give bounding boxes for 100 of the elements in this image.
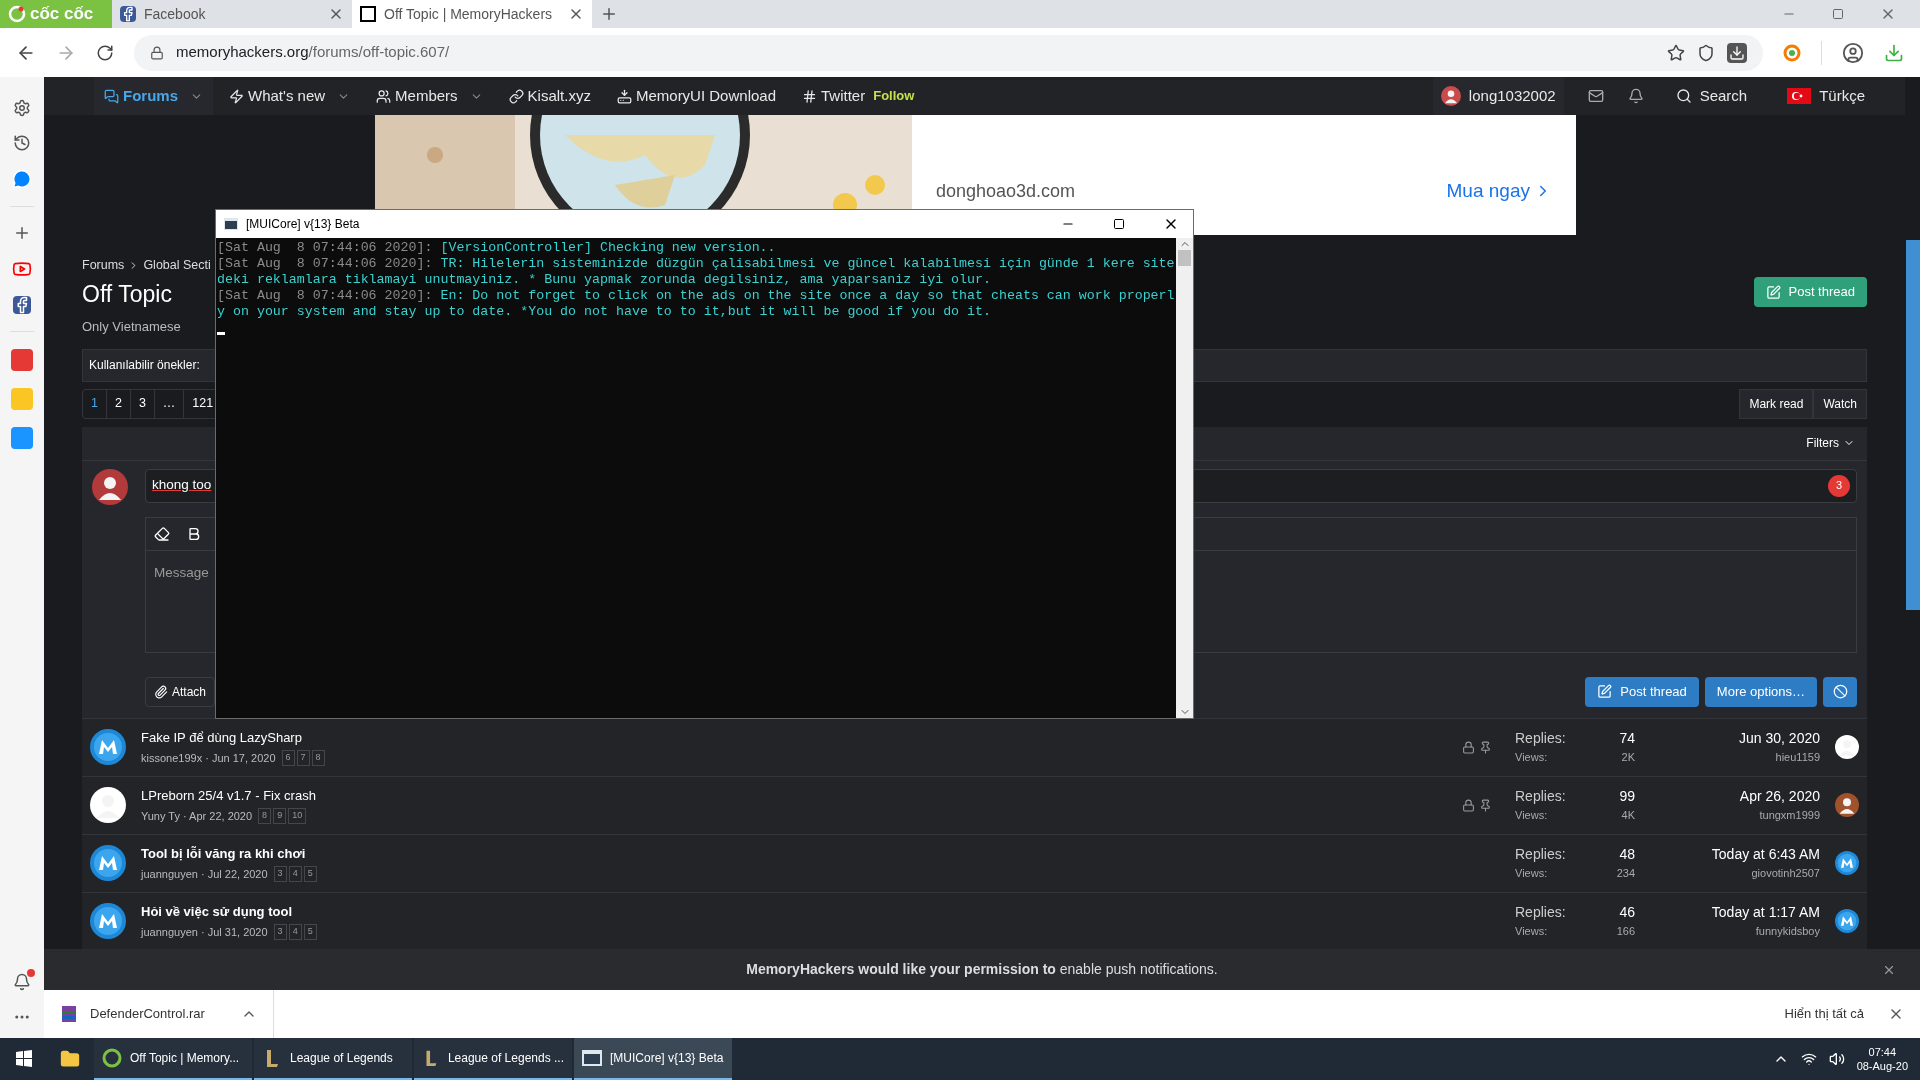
nav-tab[interactable]: Twitter Follow	[792, 77, 925, 115]
thread-meta: kissone199x · Jun 17, 2020	[141, 750, 276, 766]
ad-panel[interactable]: donghoao3d.com Mua ngay	[912, 115, 1576, 235]
clock[interactable]: 07:44 08-Aug-20	[1856, 1045, 1908, 1073]
logo-avatar	[90, 729, 126, 765]
eraser-icon[interactable]	[154, 525, 170, 542]
thread-title[interactable]: Tool bị lỗi văng ra khi chơi	[141, 844, 1447, 864]
page-link[interactable]: 3	[273, 924, 287, 940]
action-button[interactable]: Mark read	[1739, 388, 1814, 419]
user-menu[interactable]: long1032002	[1432, 77, 1564, 115]
page-link[interactable]: …	[154, 389, 185, 418]
thread-row[interactable]: Hỏi về việc sử dụng tool juannguyen · Jul 31, 2020 3 4 5 Replies: 46 Views: 166 Today at 1:17 AM funnykidsboy	[82, 891, 1867, 949]
thread-title[interactable]: LPreborn 25/4 v1.7 - Fix crash	[141, 786, 1447, 806]
page-link[interactable]: 5	[303, 924, 317, 940]
ad-domain: donghoao3d.com	[936, 180, 1076, 203]
page-link[interactable]: 8	[258, 808, 272, 824]
add-icon[interactable]	[13, 224, 31, 242]
last-post-user[interactable]: tungxm1999	[1759, 807, 1820, 824]
stat-value: 166	[1615, 924, 1635, 940]
show-all-link[interactable]: Hiển thị tất cả	[1784, 1004, 1864, 1024]
network-icon[interactable]	[1800, 1051, 1817, 1067]
taskbar-item[interactable]: League of Legends ...	[414, 1038, 572, 1080]
action-button[interactable]: Watch	[1813, 388, 1867, 419]
text-cursor	[217, 332, 225, 335]
mail-icon[interactable]	[1587, 88, 1604, 104]
taskbar-item[interactable]: League of Legends	[254, 1038, 412, 1080]
cancel-button[interactable]	[1823, 676, 1857, 707]
stat-label: Views:	[1515, 808, 1549, 824]
page-link[interactable]: 1	[83, 389, 107, 418]
breadcrumb-link[interactable]: Forums	[82, 255, 125, 275]
history-icon[interactable]	[13, 134, 31, 152]
last-post-date[interactable]: Apr 26, 2020	[1739, 786, 1820, 808]
bold-icon[interactable]	[186, 525, 202, 542]
last-post-user[interactable]: funnykidsboy	[1755, 923, 1820, 940]
scrollbar-thumb[interactable]	[1178, 250, 1191, 266]
thread-title[interactable]: Fake IP để dùng LazySharp	[141, 728, 1447, 748]
page-link[interactable]: 9	[273, 808, 287, 824]
page-link[interactable]: 8	[311, 750, 325, 766]
stat-label: Replies:	[1515, 903, 1567, 923]
tab-title: Off Topic | MemoryHackers	[384, 4, 554, 24]
page-link[interactable]: 6	[281, 750, 295, 766]
page-link[interactable]: 3	[130, 389, 155, 418]
filters-button[interactable]: Filters	[1806, 434, 1855, 452]
nav-tab[interactable]: Members	[366, 77, 493, 115]
new-tab-icon[interactable]	[600, 5, 618, 23]
page-link[interactable]: 4	[288, 924, 302, 940]
last-post-user[interactable]: hieu1159	[1775, 749, 1820, 766]
facebook-icon[interactable]	[13, 296, 31, 314]
bell-icon[interactable]	[1627, 88, 1644, 104]
stat-label: Replies:	[1515, 729, 1567, 749]
page-link[interactable]: 3	[273, 866, 287, 882]
facebook-icon	[120, 6, 136, 22]
profile-icon[interactable]	[1842, 41, 1864, 64]
extension-icon[interactable]	[1783, 43, 1801, 62]
download-icon[interactable]	[1727, 42, 1747, 63]
shop-icon[interactable]	[11, 349, 33, 371]
archive-icon	[60, 1005, 78, 1023]
thread-row[interactable]: LPreborn 25/4 v1.7 - Fix crash Yuny Ty · Apr 22, 2020 8 9 10 Replies: 99 Views: 4K Apr 26, 2020 tungxm1999	[82, 775, 1867, 834]
nav-tab[interactable]: Forums	[94, 77, 213, 115]
nav-tab[interactable]: What's new	[219, 77, 361, 115]
search-button[interactable]: Search	[1667, 77, 1756, 115]
ad-link[interactable]: Mua ngay	[1446, 176, 1552, 205]
breadcrumb-link[interactable]: Global Secti	[143, 255, 211, 275]
page-link[interactable]: 5	[303, 866, 317, 882]
thread-row[interactable]: Tool bị lỗi văng ra khi chơi juannguyen · Jul 22, 2020 3 4 5 Replies: 48 Views: 234 Today at 6:43 AM giovotinh2507	[82, 833, 1867, 892]
language-button[interactable]: Türkçe	[1787, 77, 1865, 115]
messenger-icon[interactable]	[12, 169, 32, 189]
download-filename[interactable]: DefenderControl.rar	[90, 1004, 229, 1024]
volume-icon[interactable]	[1828, 1051, 1845, 1067]
page-link[interactable]: 4	[288, 866, 302, 882]
scrollbar-thumb[interactable]	[1906, 240, 1920, 610]
last-post-date[interactable]: Jun 30, 2020	[1739, 728, 1820, 750]
thread-title[interactable]: Hỏi về việc sử dụng tool	[141, 902, 1447, 922]
page-link[interactable]: 7	[296, 750, 310, 766]
maximize-icon[interactable]	[1113, 218, 1125, 230]
page-link[interactable]: 10	[288, 808, 307, 824]
reload-icon[interactable]	[96, 43, 114, 62]
tab-title: Facebook	[144, 4, 207, 24]
bookmark-icon[interactable]	[1667, 43, 1685, 62]
taskbar-item[interactable]: [MUICore] v{13} Beta	[574, 1038, 732, 1080]
page-link[interactable]: 2	[106, 389, 131, 418]
browser-tab[interactable]: Facebook	[112, 0, 352, 28]
nav-tab[interactable]: MemoryUI Download	[606, 77, 786, 115]
nav-tab[interactable]: Kisalt.xyz	[498, 77, 601, 115]
more-options-button[interactable]: More options…	[1704, 676, 1817, 707]
last-post-user[interactable]: giovotinh2507	[1751, 865, 1820, 882]
download-icon[interactable]	[1884, 42, 1904, 63]
address-bar[interactable]: memoryhackers.org/forums/off-topic.607/	[134, 34, 1763, 71]
folder-icon[interactable]	[60, 1049, 80, 1069]
youtube-icon[interactable]	[12, 259, 32, 279]
last-post-date[interactable]: Today at 6:43 AM	[1711, 844, 1820, 866]
thread-row[interactable]: Fake IP để dùng LazySharp kissone199x · Jun 17, 2020 6 7 8 Replies: 74 Views: 2K Jun 30, 2020 hieu1159	[82, 717, 1867, 776]
browser-tab[interactable]: Off Topic | MemoryHackers	[352, 0, 592, 28]
post-thread-button[interactable]: Post thread	[1585, 676, 1699, 707]
console-line: [Sat Aug 8 07:44:06 2020]: En: Do not forget to click on the ads on the site once a day so that cheats can work properl	[217, 288, 1176, 304]
shield-icon[interactable]	[1697, 43, 1715, 62]
last-post-date[interactable]: Today at 1:17 AM	[1711, 902, 1820, 924]
logo-avatar	[1835, 909, 1859, 933]
taskbar-item[interactable]: Off Topic | Memory...	[94, 1038, 252, 1080]
settings-icon[interactable]	[13, 99, 31, 117]
